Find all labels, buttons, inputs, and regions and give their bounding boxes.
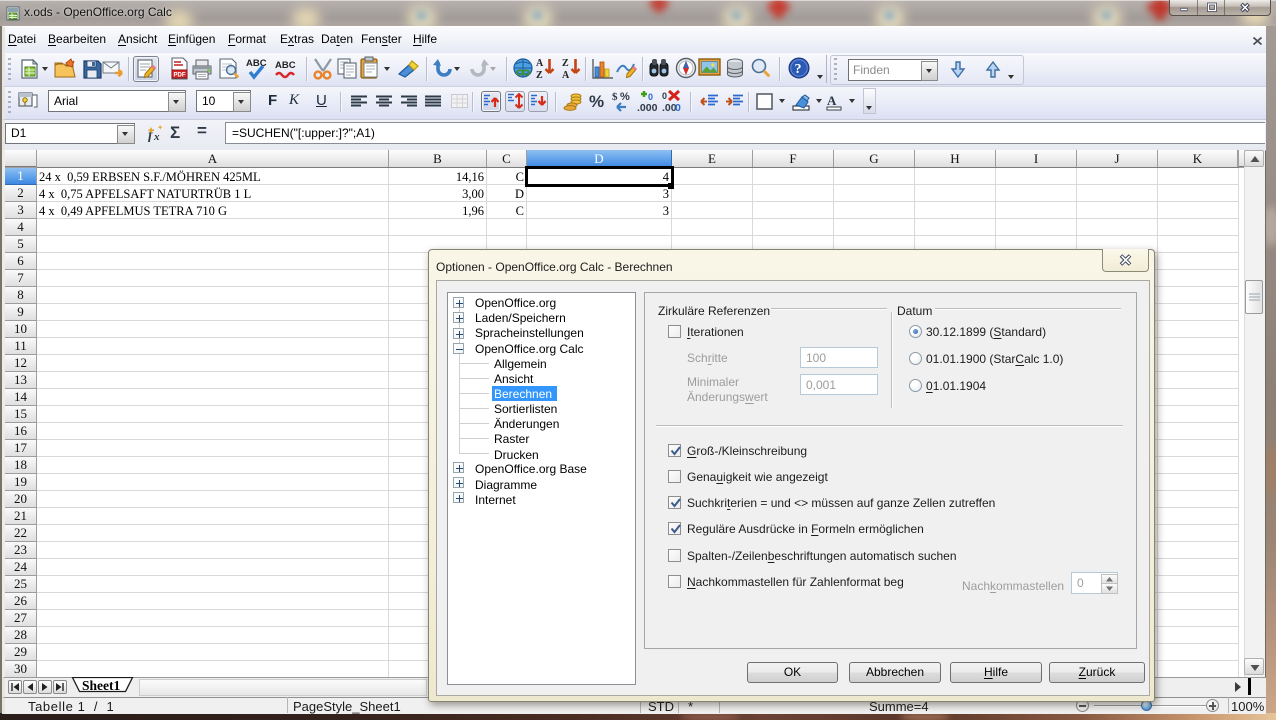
svg-text:$: $ — [612, 91, 618, 103]
svg-text:0: 0 — [675, 102, 681, 113]
svg-text:PDF: PDF — [174, 73, 186, 79]
svg-text:Z: Z — [536, 70, 543, 81]
svg-text:A: A — [827, 93, 837, 108]
svg-text:0: 0 — [648, 92, 653, 102]
svg-text:Z: Z — [562, 58, 569, 69]
svg-text:ABC: ABC — [275, 60, 296, 71]
svg-text:?: ? — [795, 62, 802, 77]
svg-text:0: 0 — [662, 91, 667, 101]
svg-text:.000: .000 — [637, 102, 658, 113]
svg-text:%: % — [620, 91, 630, 103]
svg-text:A: A — [536, 58, 544, 69]
svg-text:A: A — [562, 70, 570, 81]
svg-text:x: x — [153, 131, 160, 143]
